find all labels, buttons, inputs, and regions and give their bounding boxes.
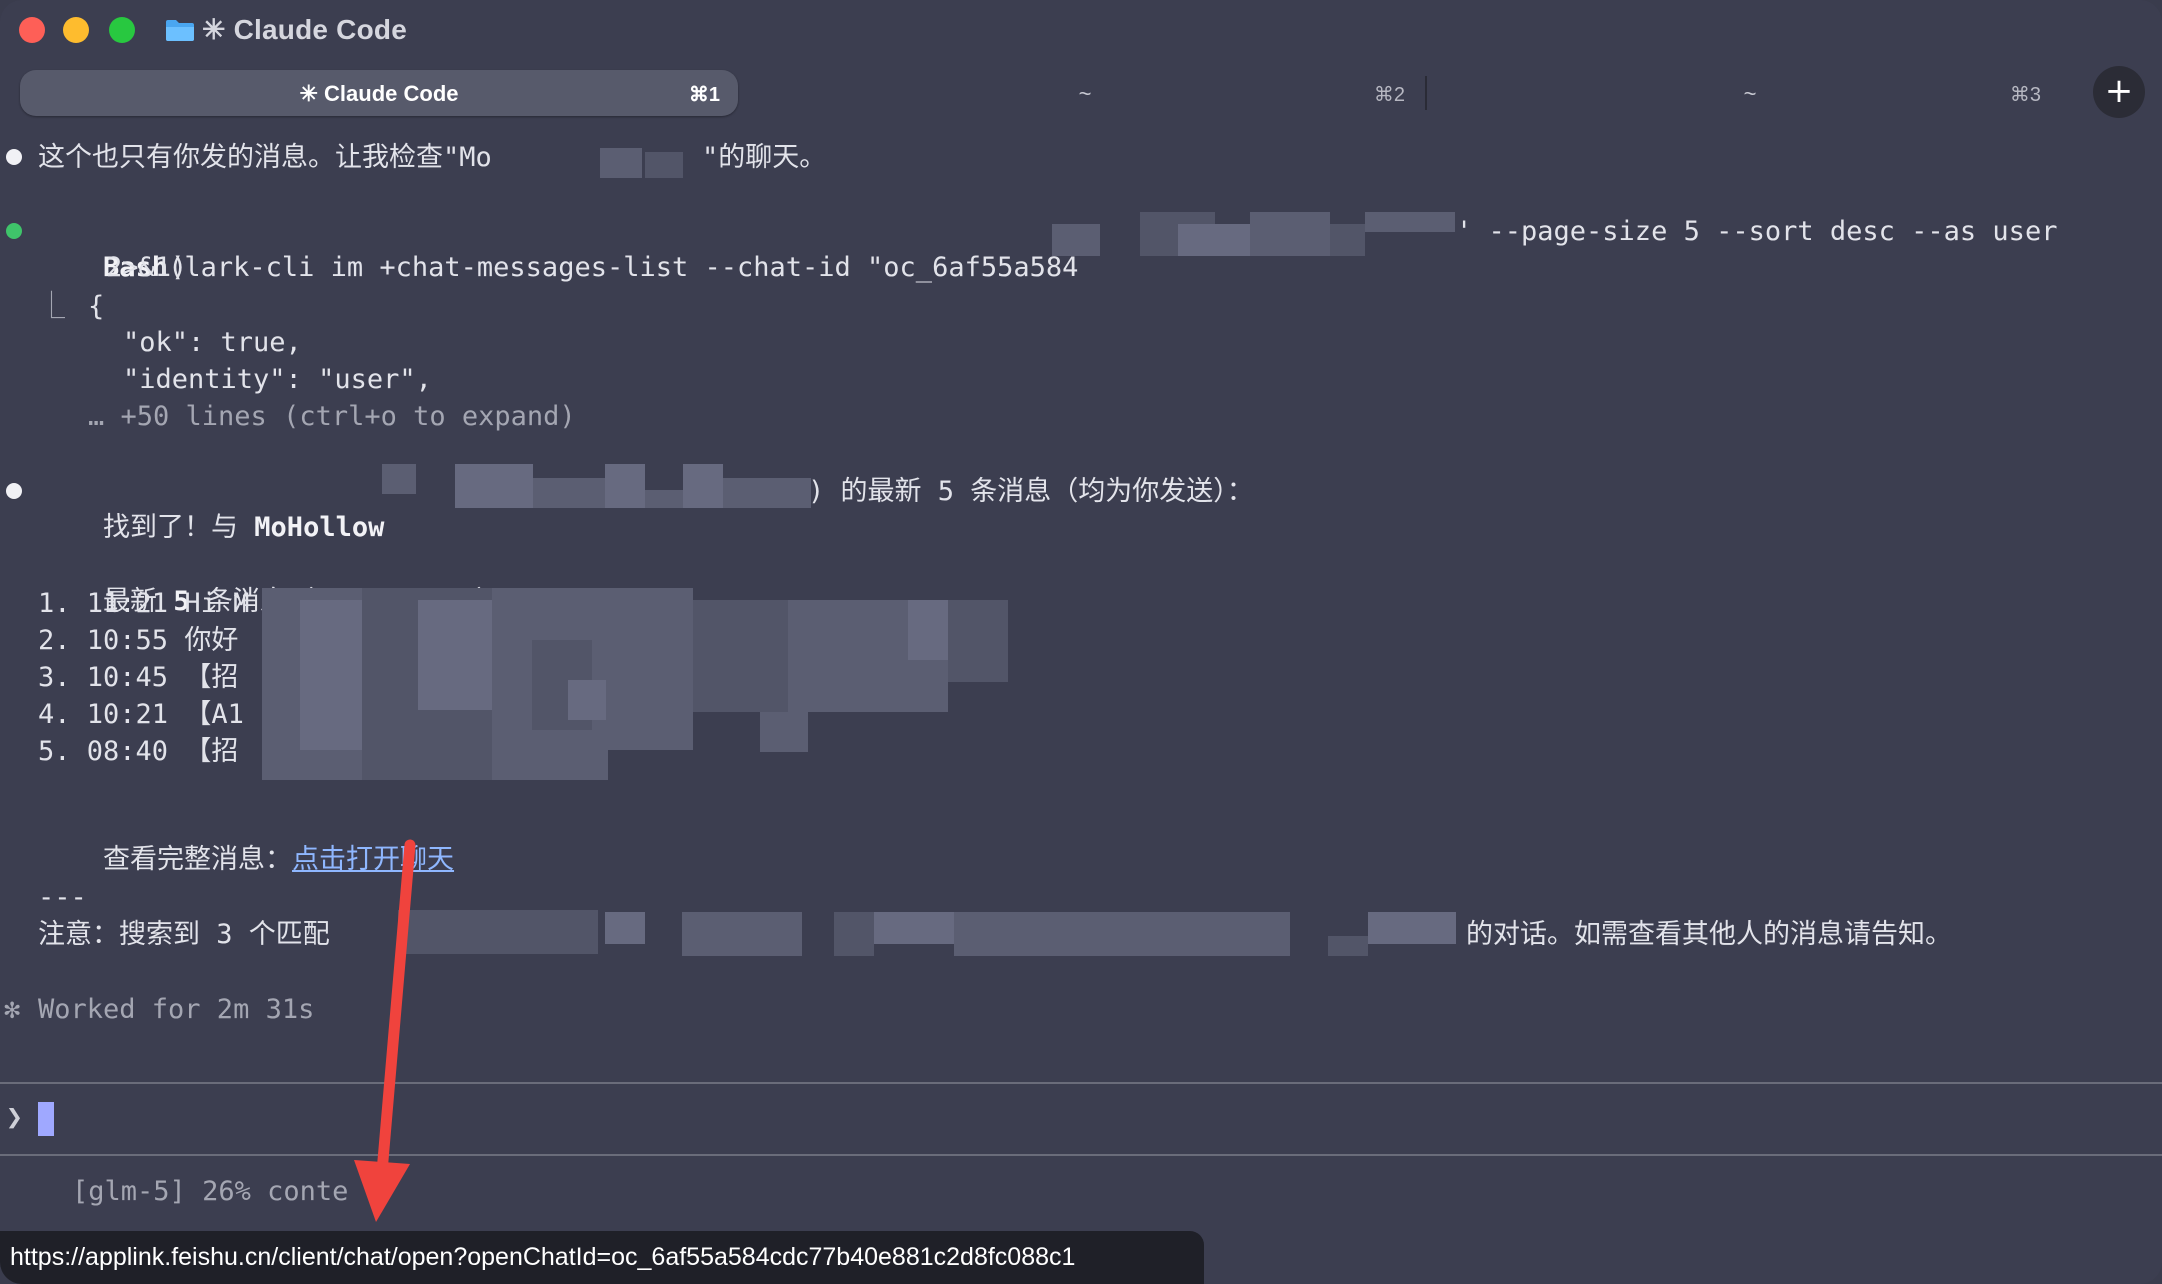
terminal-window: ✳ Claude Code ✳ Claude Code ⌘1 ~ ⌘2 ~ ⌘3… <box>0 0 2162 1284</box>
annotation-arrow-icon <box>354 839 416 1222</box>
